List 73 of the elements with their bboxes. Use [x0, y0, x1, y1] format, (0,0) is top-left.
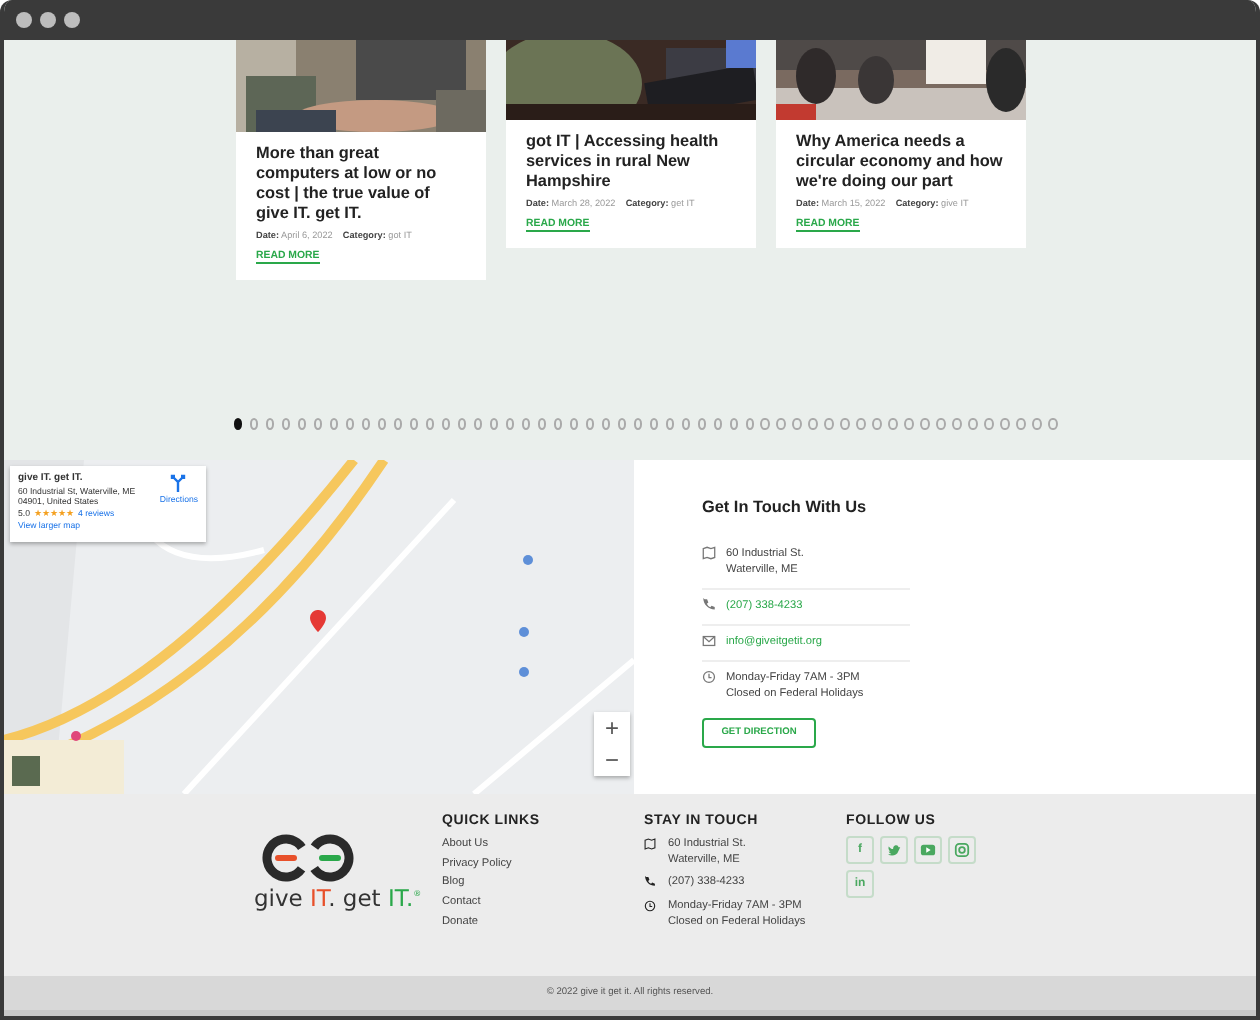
pager-dot[interactable] — [601, 418, 611, 430]
pager-dot[interactable] — [473, 418, 483, 430]
post-title[interactable]: Why America needs a circular economy and how we're doing our part — [796, 132, 1006, 192]
pager-dot[interactable] — [425, 418, 435, 430]
pager-dot[interactable] — [234, 418, 243, 430]
pager-dot[interactable] — [808, 418, 818, 430]
logo-icon — [262, 834, 354, 882]
pager-dot[interactable] — [297, 418, 307, 430]
pager-dot[interactable] — [745, 418, 754, 430]
pager-dot[interactable] — [952, 418, 962, 430]
pager-dot[interactable] — [329, 418, 339, 430]
pager-dot[interactable] — [1000, 418, 1010, 430]
pager-dot[interactable] — [265, 418, 275, 430]
envelope-icon — [702, 634, 716, 648]
pager-dot[interactable] — [377, 418, 387, 430]
pager-dot[interactable] — [665, 418, 674, 430]
camera-icon — [954, 842, 970, 858]
phone-icon — [644, 876, 656, 889]
pager-dot[interactable] — [361, 418, 371, 430]
pager-dot[interactable] — [489, 418, 499, 430]
pager-dot[interactable] — [553, 418, 563, 430]
pager-dot[interactable] — [281, 418, 291, 430]
pager-dot[interactable] — [984, 418, 994, 430]
pager-dot[interactable] — [920, 418, 930, 430]
pager-dot[interactable] — [1048, 418, 1058, 430]
contact-heading: Get In Touch With Us — [702, 498, 869, 516]
pager-dot[interactable] — [537, 418, 547, 430]
pager-dot[interactable] — [729, 418, 738, 430]
pager-dot[interactable] — [697, 418, 706, 430]
pager-dot[interactable] — [1016, 418, 1026, 430]
play-icon — [920, 842, 936, 858]
post-title[interactable]: More than great computers at low or no cost | the true value of give IT. get IT. — [256, 144, 466, 224]
pager-dot[interactable] — [345, 418, 355, 430]
pager-dot[interactable] — [617, 418, 627, 430]
pager-dot[interactable] — [840, 418, 850, 430]
pager-dot[interactable] — [409, 418, 419, 430]
clock-icon — [644, 899, 656, 912]
pager-dot[interactable] — [393, 418, 403, 430]
pager-dot[interactable] — [936, 418, 946, 430]
zoom-in-button[interactable]: + — [594, 712, 630, 744]
pager-dot[interactable] — [872, 418, 882, 430]
pager-dot[interactable] — [776, 418, 786, 430]
social-button[interactable] — [880, 836, 908, 864]
phone-icon — [702, 598, 716, 612]
pager-dot[interactable] — [792, 418, 802, 430]
pager-dot[interactable] — [249, 418, 259, 430]
pager-dot[interactable] — [824, 418, 834, 430]
pager-dot[interactable] — [505, 418, 515, 430]
pager-dot[interactable] — [888, 418, 898, 430]
pager-dot[interactable] — [904, 418, 914, 430]
pager-dot[interactable] — [713, 418, 722, 430]
social-button[interactable] — [948, 836, 976, 864]
clock-icon — [702, 670, 716, 684]
pager-dot[interactable] — [521, 418, 531, 430]
pager-dot[interactable] — [457, 418, 467, 430]
social-button[interactable] — [914, 836, 942, 864]
pager-dot[interactable] — [569, 418, 579, 430]
pager-dot[interactable] — [649, 418, 658, 430]
pager-dot[interactable] — [441, 418, 451, 430]
pager-dot[interactable] — [585, 418, 595, 430]
zoom-out-button[interactable]: − — [594, 744, 630, 776]
pager-dot[interactable] — [968, 418, 978, 430]
directions-icon — [170, 472, 187, 492]
pager-dot[interactable] — [1032, 418, 1042, 430]
pager-dot[interactable] — [313, 418, 323, 430]
bird-icon — [886, 842, 902, 858]
post-title[interactable]: got IT | Accessing health services in rural New Hampshire — [526, 132, 736, 192]
pager-dot[interactable] — [760, 418, 770, 430]
pager-dot[interactable] — [856, 418, 866, 430]
pager-dot[interactable] — [633, 418, 642, 430]
map-icon — [702, 546, 716, 560]
map-icon — [644, 838, 656, 850]
pager-dot[interactable] — [681, 418, 690, 430]
